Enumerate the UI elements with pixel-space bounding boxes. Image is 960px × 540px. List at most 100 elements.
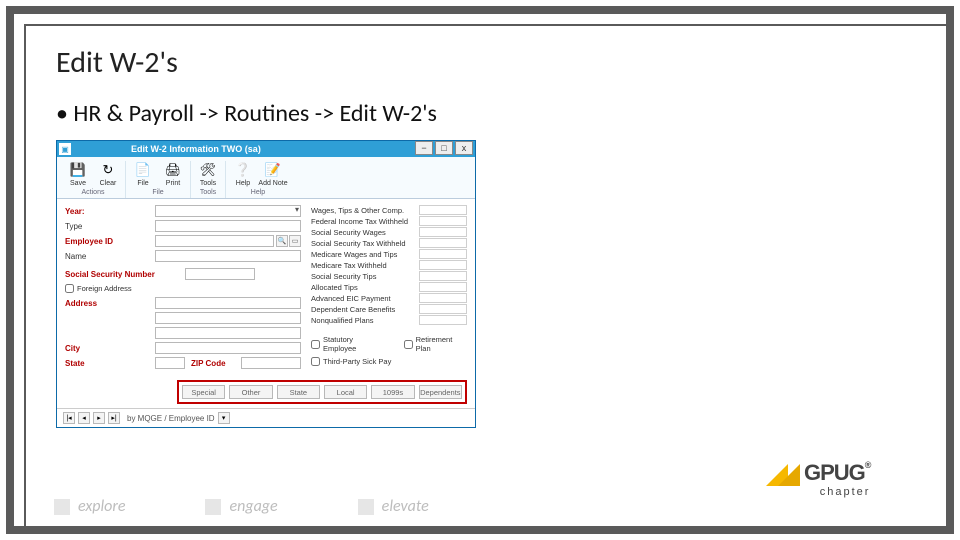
- other-button[interactable]: Other: [229, 385, 272, 399]
- minimize-button[interactable]: −: [415, 141, 433, 155]
- print-button[interactable]: 🖨Print: [160, 161, 186, 187]
- local-button[interactable]: Local: [324, 385, 367, 399]
- ssn-label: Social Security Number: [65, 270, 185, 279]
- field-label: Wages, Tips & Other Comp.: [311, 206, 417, 215]
- gpug-logo: GPUG® chapter: [766, 460, 916, 508]
- foreign-address-checkbox[interactable]: [65, 284, 74, 293]
- state-input[interactable]: [155, 357, 185, 369]
- ribbon: 💾Save ↻Clear Actions 📄File 🖨Print File 🛠…: [57, 157, 475, 199]
- field-label: Medicare Wages and Tips: [311, 250, 417, 259]
- slide-frame: Edit W-2's • HR & Payroll -> Routines ->…: [6, 6, 954, 534]
- state-label: State: [65, 359, 155, 368]
- fed-tax-input[interactable]: [419, 216, 467, 226]
- tools-icon: 🛠: [199, 161, 217, 179]
- nav-prev-button[interactable]: ◂: [78, 412, 90, 424]
- nav-first-button[interactable]: |◂: [63, 412, 75, 424]
- field-label: Allocated Tips: [311, 283, 417, 292]
- ribbon-group-actions: 💾Save ↻Clear Actions: [61, 161, 126, 198]
- 1099s-button[interactable]: 1099s: [371, 385, 414, 399]
- eic-input[interactable]: [419, 293, 467, 303]
- footer-engage: engage: [205, 497, 277, 516]
- ss-tax-input[interactable]: [419, 238, 467, 248]
- expand-icon[interactable]: ▭: [289, 235, 301, 247]
- type-input[interactable]: [155, 220, 301, 232]
- zip-input[interactable]: [241, 357, 301, 369]
- ss-wages-input[interactable]: [419, 227, 467, 237]
- ribbon-group-tools: 🛠Tools Tools: [191, 161, 226, 198]
- zip-label: ZIP Code: [191, 359, 241, 368]
- button-row-highlight: Special Other State Local 1099s Dependen…: [177, 380, 467, 404]
- note-icon: 📝: [264, 161, 282, 179]
- nav-last-button[interactable]: ▸|: [108, 412, 120, 424]
- field-label: Social Security Tips: [311, 272, 417, 281]
- wages-tips-input[interactable]: [419, 205, 467, 215]
- medicare-tax-input[interactable]: [419, 260, 467, 270]
- statutory-checkbox[interactable]: [311, 340, 320, 349]
- type-label: Type: [65, 222, 155, 231]
- state-button[interactable]: State: [277, 385, 320, 399]
- save-icon: 💾: [69, 161, 87, 179]
- window-controls: − □ x: [415, 141, 473, 155]
- slide-inner: Edit W-2's • HR & Payroll -> Routines ->…: [24, 24, 946, 526]
- puzzle-icon: [205, 499, 221, 515]
- name-label: Name: [65, 252, 155, 261]
- help-icon: ❔: [234, 161, 252, 179]
- puzzle-icon: [54, 499, 70, 515]
- year-combo[interactable]: [155, 205, 301, 217]
- clear-button[interactable]: ↻Clear: [95, 161, 121, 187]
- add-note-button[interactable]: 📝Add Note: [260, 161, 286, 187]
- field-label: Medicare Tax Withheld: [311, 261, 417, 270]
- sort-dropdown[interactable]: ▾: [218, 412, 230, 424]
- lookup-icon[interactable]: 🔍: [276, 235, 288, 247]
- year-label: Year:: [65, 207, 155, 216]
- footer-elevate: elevate: [358, 497, 429, 516]
- city-input[interactable]: [155, 342, 301, 354]
- address-input-3[interactable]: [155, 327, 301, 339]
- field-label: Advanced EIC Payment: [311, 294, 417, 303]
- dependents-button[interactable]: Dependents: [419, 385, 462, 399]
- address-label: Address: [65, 299, 155, 308]
- employee-id-input[interactable]: [155, 235, 274, 247]
- form-right-column: Wages, Tips & Other Comp. Federal Income…: [311, 205, 467, 372]
- address-input-2[interactable]: [155, 312, 301, 324]
- help-button[interactable]: ❔Help: [230, 161, 256, 187]
- nonqual-input[interactable]: [419, 315, 467, 325]
- field-label: Federal Income Tax Withheld: [311, 217, 417, 226]
- ssn-input[interactable]: [185, 268, 255, 280]
- maximize-button[interactable]: □: [435, 141, 453, 155]
- ribbon-group-file: 📄File 🖨Print File: [126, 161, 191, 198]
- clear-icon: ↻: [99, 161, 117, 179]
- save-button[interactable]: 💾Save: [65, 161, 91, 187]
- field-label: Social Security Wages: [311, 228, 417, 237]
- tools-button[interactable]: 🛠Tools: [195, 161, 221, 187]
- file-button[interactable]: 📄File: [130, 161, 156, 187]
- ribbon-group-help: ❔Help 📝Add Note Help: [226, 161, 290, 198]
- print-icon: 🖨: [164, 161, 182, 179]
- address-input-1[interactable]: [155, 297, 301, 309]
- retirement-checkbox[interactable]: [404, 340, 413, 349]
- bullet-nav-path: • HR & Payroll -> Routines -> Edit W-2's: [56, 99, 916, 128]
- special-button[interactable]: Special: [182, 385, 225, 399]
- thirdparty-checkbox[interactable]: [311, 357, 320, 366]
- close-button[interactable]: x: [455, 141, 473, 155]
- ss-tips-input[interactable]: [419, 271, 467, 281]
- nav-next-button[interactable]: ▸: [93, 412, 105, 424]
- file-icon: 📄: [134, 161, 152, 179]
- city-label: City: [65, 344, 155, 353]
- medicare-wages-input[interactable]: [419, 249, 467, 259]
- foreign-address-label: Foreign Address: [77, 284, 132, 293]
- window-title: Edit W-2 Information TWO (sa): [131, 144, 261, 154]
- alloc-tips-input[interactable]: [419, 282, 467, 292]
- form-left-column: Year: Type Employee ID🔍▭ Name Social Sec…: [65, 205, 301, 372]
- record-navigator: |◂ ◂ ▸ ▸| by MQGE / Employee ID ▾: [57, 408, 475, 427]
- titlebar: ▣ Edit W-2 Information TWO (sa) − □ x: [57, 141, 475, 157]
- app-window: ▣ Edit W-2 Information TWO (sa) − □ x 💾S…: [56, 140, 476, 428]
- field-label: Social Security Tax Withheld: [311, 239, 417, 248]
- sort-label: by MQGE / Employee ID: [127, 414, 215, 423]
- field-label: Nonqualified Plans: [311, 316, 417, 325]
- field-label: Dependent Care Benefits: [311, 305, 417, 314]
- depcare-input[interactable]: [419, 304, 467, 314]
- footer-explore: explore: [54, 497, 125, 516]
- app-icon: ▣: [59, 143, 71, 155]
- name-input[interactable]: [155, 250, 301, 262]
